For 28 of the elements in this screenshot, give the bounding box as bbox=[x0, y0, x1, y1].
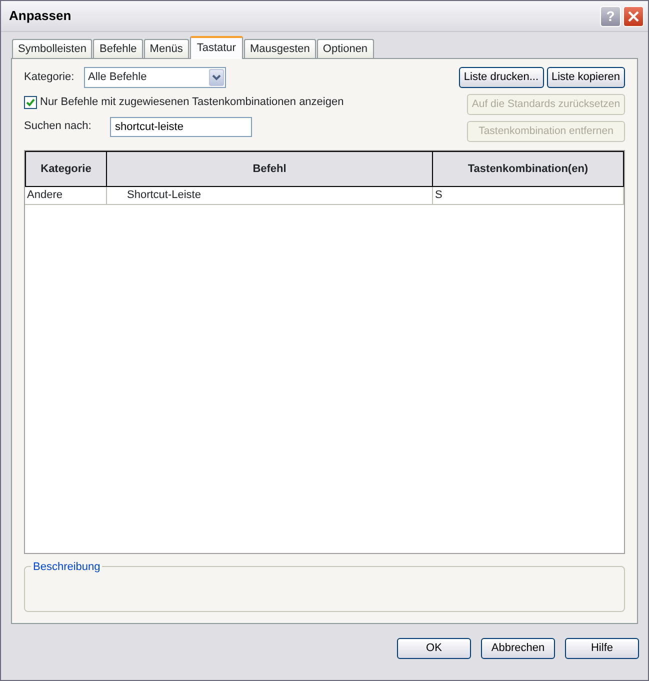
button[interactable]: Abbrechen bbox=[481, 638, 555, 659]
group-title: Beschreibung bbox=[31, 559, 102, 576]
tab[interactable]: Befehle bbox=[93, 39, 143, 58]
button[interactable]: Hilfe bbox=[565, 638, 639, 659]
column-header[interactable]: Kategorie bbox=[25, 151, 107, 187]
close-icon bbox=[627, 10, 640, 22]
button[interactable]: Liste drucken... bbox=[458, 67, 544, 88]
tab[interactable]: Symbolleisten bbox=[12, 39, 92, 58]
column-header[interactable]: Tastenkombination(en) bbox=[433, 151, 624, 187]
tab[interactable]: Mausgesten bbox=[244, 39, 316, 58]
window-title: Anpassen bbox=[9, 7, 72, 26]
table-cell: S bbox=[433, 187, 624, 205]
button[interactable]: Liste kopieren bbox=[546, 67, 625, 88]
search-label: Suchen nach: bbox=[24, 119, 92, 134]
table-cell: Shortcut-Leiste bbox=[107, 187, 433, 205]
checkbox[interactable] bbox=[24, 96, 37, 109]
button[interactable]: OK bbox=[397, 638, 471, 659]
tab[interactable]: Menüs bbox=[144, 39, 189, 58]
category-dropdown[interactable]: Alle Befehle bbox=[84, 67, 226, 88]
search-field[interactable]: shortcut-leiste bbox=[110, 116, 252, 136]
close-button[interactable] bbox=[623, 6, 644, 26]
table-cell: Andere bbox=[25, 187, 107, 205]
category-label: Kategorie: bbox=[24, 70, 76, 86]
tab[interactable]: Optionen bbox=[316, 39, 374, 58]
tab[interactable]: Tastatur bbox=[190, 36, 243, 59]
caret-icon bbox=[212, 74, 221, 81]
column-header[interactable]: Befehl bbox=[107, 151, 433, 187]
checkbox-label: Nur Befehle mit zugewiesenen Tastenkombinationen anzeigen bbox=[40, 95, 344, 110]
